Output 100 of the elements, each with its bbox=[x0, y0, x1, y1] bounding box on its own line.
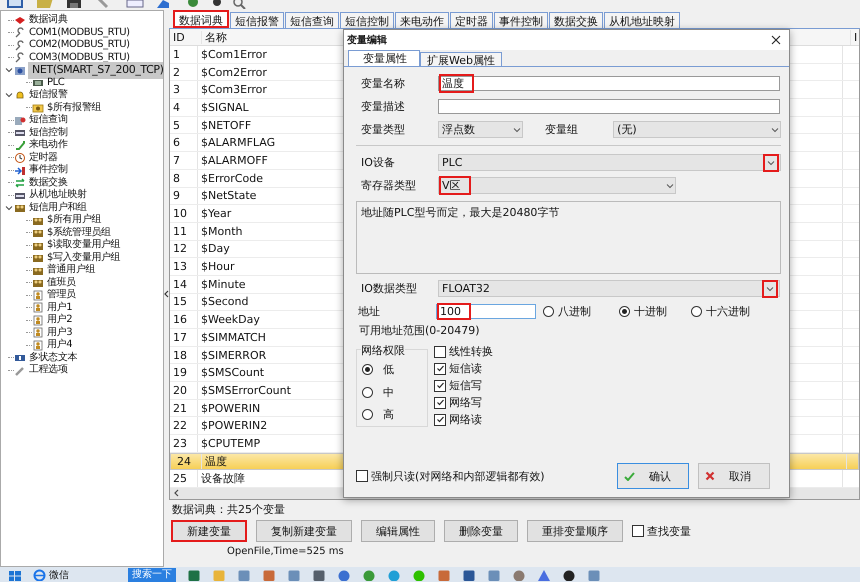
checkbox[interactable] bbox=[632, 525, 644, 537]
tree-item[interactable]: $所有用户组 bbox=[46, 214, 102, 226]
app-icon[interactable] bbox=[587, 568, 601, 580]
field-value: V区 bbox=[439, 176, 471, 195]
penguin-icon[interactable] bbox=[562, 568, 576, 580]
app-icon[interactable] bbox=[537, 568, 551, 580]
column-header[interactable]: ID bbox=[170, 30, 202, 44]
tab[interactable]: 变量属性 bbox=[348, 50, 420, 66]
tree-item[interactable]: PLC bbox=[46, 76, 66, 89]
tab[interactable]: 数据交换 bbox=[549, 12, 603, 28]
confirm-button[interactable]: 确认 bbox=[617, 463, 689, 489]
tree-item[interactable]: 短信报警 bbox=[28, 89, 68, 102]
radio-button[interactable] bbox=[362, 386, 373, 398]
action-button[interactable]: 删除变量 bbox=[444, 520, 518, 542]
taskbar-label[interactable]: 微信 bbox=[49, 568, 69, 582]
search-icon[interactable] bbox=[232, 0, 246, 9]
tree-item[interactable]: 数据词典 bbox=[28, 14, 68, 26]
checkbox[interactable] bbox=[434, 346, 446, 358]
app-icon[interactable] bbox=[287, 568, 301, 580]
people-icon bbox=[32, 277, 44, 288]
tab[interactable]: 从机地址映射 bbox=[604, 12, 680, 28]
tree-item[interactable]: 用户1 bbox=[46, 302, 74, 314]
tree-item[interactable]: 事件控制 bbox=[28, 164, 68, 176]
tab[interactable]: 定时器 bbox=[450, 12, 493, 28]
radio-button[interactable] bbox=[619, 306, 630, 317]
calculator-icon[interactable] bbox=[312, 568, 326, 580]
action-button[interactable]: 编辑属性 bbox=[361, 520, 435, 542]
tree-item[interactable]: $系统管理员组 bbox=[46, 226, 112, 239]
input-field[interactable]: 100 bbox=[436, 304, 536, 319]
action-button[interactable]: 复制新建变量 bbox=[256, 520, 352, 542]
chevron-icon[interactable] bbox=[5, 204, 13, 212]
app-icon[interactable] bbox=[262, 568, 276, 580]
tree-item[interactable]: 定时器 bbox=[28, 152, 59, 164]
checkbox[interactable] bbox=[434, 380, 446, 392]
tab[interactable]: 数据词典 bbox=[173, 10, 229, 28]
radio-button[interactable] bbox=[543, 306, 554, 317]
checkbox[interactable] bbox=[356, 470, 368, 482]
radio-button[interactable] bbox=[362, 409, 373, 420]
avatar-icon[interactable] bbox=[512, 568, 526, 580]
tree-item[interactable]: $写入变量用户组 bbox=[46, 252, 122, 264]
radio-button[interactable] bbox=[691, 306, 702, 317]
app-icon[interactable] bbox=[362, 568, 376, 580]
dropdown[interactable]: PLC bbox=[438, 154, 781, 171]
collapse-icon[interactable] bbox=[164, 290, 169, 298]
tree-item[interactable]: 用户3 bbox=[46, 326, 74, 339]
spreadsheet-icon[interactable] bbox=[187, 568, 201, 580]
table-cell: 2 bbox=[170, 64, 198, 80]
tree-item[interactable]: $读取变量用户组 bbox=[46, 239, 122, 252]
tree-item[interactable]: 多状态文本 bbox=[28, 352, 78, 364]
tab[interactable]: 来电动作 bbox=[395, 12, 449, 28]
scroll-left-icon[interactable] bbox=[173, 489, 179, 497]
tab[interactable]: 短信控制 bbox=[340, 12, 394, 28]
action-button[interactable]: 新建变量 bbox=[171, 520, 247, 542]
checkbox[interactable] bbox=[434, 414, 446, 426]
tree-item[interactable]: COM2(MODBUS_RTU) bbox=[28, 39, 131, 52]
tab[interactable]: 短信查询 bbox=[285, 12, 339, 28]
tree-item[interactable]: COM1(MODBUS_RTU) bbox=[28, 26, 131, 39]
tree-item[interactable]: 普通用户组 bbox=[46, 264, 96, 276]
tree-item[interactable]: 从机地址映射 bbox=[28, 189, 88, 202]
close-icon[interactable] bbox=[771, 35, 781, 45]
action-button[interactable]: 重排变量顺序 bbox=[527, 520, 623, 542]
tree-item[interactable]: 值班员 bbox=[46, 276, 77, 289]
checkbox[interactable] bbox=[434, 396, 446, 408]
tree-item[interactable]: 管理员 bbox=[46, 289, 77, 302]
windows-icon[interactable] bbox=[8, 568, 22, 580]
tree-item[interactable]: 短信查询 bbox=[28, 114, 68, 126]
tree-item[interactable]: 短信用户和组 bbox=[28, 202, 88, 214]
app-icon[interactable] bbox=[487, 568, 501, 580]
chevron-icon[interactable] bbox=[5, 91, 13, 100]
tree-item[interactable]: COM3(MODBUS_RTU) bbox=[28, 52, 131, 64]
dropdown[interactable]: FLOAT32 bbox=[438, 280, 780, 297]
tree-item[interactable]: 工程选项 bbox=[28, 364, 68, 376]
tab[interactable]: 事件控制 bbox=[494, 12, 548, 28]
column-header[interactable]: I bbox=[851, 30, 859, 44]
checkbox[interactable] bbox=[434, 362, 446, 374]
document-icon[interactable] bbox=[462, 568, 476, 580]
app-icon[interactable] bbox=[237, 568, 251, 580]
tree-item[interactable]: 用户4 bbox=[46, 339, 74, 352]
tree-item[interactable]: NET(SMART_S7_200_TCP) bbox=[28, 62, 163, 79]
radio-button[interactable] bbox=[362, 364, 373, 375]
app-icon[interactable] bbox=[337, 568, 351, 580]
input-field[interactable] bbox=[438, 99, 780, 114]
tree-item[interactable]: 短信控制 bbox=[28, 126, 68, 139]
tree-item[interactable]: $所有报警组 bbox=[46, 102, 102, 114]
chevron-icon[interactable] bbox=[5, 66, 13, 74]
tab[interactable]: 扩展Web属性 bbox=[420, 52, 502, 66]
input-field[interactable]: 温度 bbox=[438, 76, 780, 91]
cancel-button[interactable]: 取消 bbox=[698, 463, 770, 489]
flag-icon[interactable] bbox=[156, 0, 170, 9]
dropdown[interactable]: V区 bbox=[438, 177, 676, 194]
tree-item[interactable]: 数据交换 bbox=[28, 176, 68, 189]
tree-item[interactable]: 用户2 bbox=[46, 314, 74, 326]
app-icon[interactable] bbox=[437, 568, 451, 580]
browser-icon[interactable] bbox=[33, 568, 46, 580]
search-button[interactable]: 搜索一下 bbox=[128, 568, 176, 582]
dropdown[interactable]: (无) bbox=[613, 121, 781, 138]
dropdown[interactable]: 浮点数 bbox=[438, 121, 524, 138]
window-icon[interactable] bbox=[6, 0, 24, 9]
tree-item[interactable]: 来电动作 bbox=[28, 139, 68, 152]
tab[interactable]: 短信报警 bbox=[230, 12, 284, 28]
